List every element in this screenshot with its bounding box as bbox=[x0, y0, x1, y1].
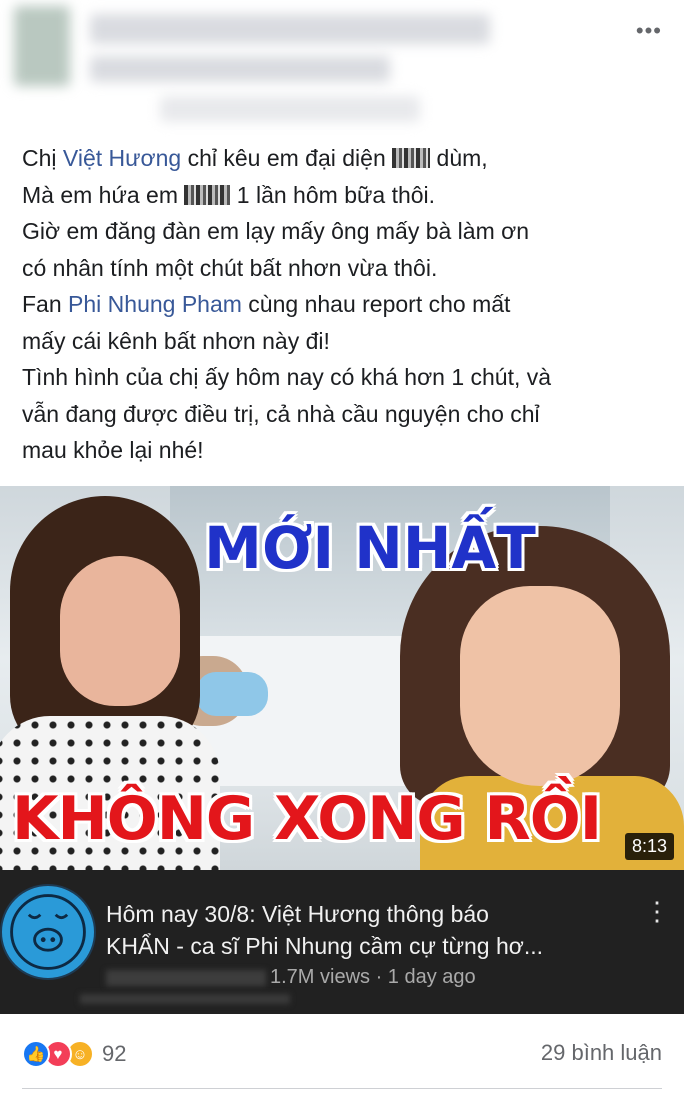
author-name[interactable] bbox=[90, 14, 490, 44]
post-header: ••• bbox=[0, 0, 684, 130]
post-line: có nhân tính một chút bất nhơn vừa thôi. bbox=[22, 254, 438, 281]
thumbnail-headline: MỚI NHẤT bbox=[204, 514, 536, 582]
blurred-meta bbox=[160, 96, 420, 122]
thumbnail-caption-text: KHÔNG XONG RỒI bbox=[12, 784, 602, 854]
post-line: Mà em hứa em 1 lần hôm bữa thôi. bbox=[22, 181, 436, 208]
author-avatar[interactable] bbox=[14, 6, 70, 86]
post-line: mau khỏe lại nhé! bbox=[22, 437, 204, 463]
more-vertical-icon[interactable]: ⋮ bbox=[644, 898, 670, 924]
thumbnail-caption: KHÔNG XONG RỒI bbox=[0, 782, 684, 868]
mention-phi-nhung-pham[interactable]: Phi Nhung Pham bbox=[68, 291, 242, 317]
post-line: mấy cái kênh bất nhơn này đi! bbox=[22, 327, 330, 354]
censored-emoji bbox=[392, 148, 431, 168]
reaction-count: 92 bbox=[102, 1041, 127, 1066]
reactions-summary[interactable]: 👍 ♥ ☺ 92 bbox=[22, 1040, 126, 1068]
video-thumbnail[interactable]: MỚI NHẤT KHÔNG XONG RỒI 8:13 bbox=[0, 486, 684, 870]
post-timestamp[interactable] bbox=[90, 56, 390, 82]
like-icon: 👍 bbox=[22, 1040, 50, 1068]
post-line: Giờ em đăng đàn em lạy mấy ông mấy bà là… bbox=[22, 218, 530, 244]
pig-face-icon[interactable] bbox=[0, 884, 96, 980]
video-title[interactable]: Hôm nay 30/8: Việt Hương thông báo KHẨN … bbox=[106, 898, 646, 962]
post-line: Chị Việt Hương chỉ kêu em đại diện dùm, bbox=[22, 145, 488, 171]
video-meta: 1.7M views · 1 day ago bbox=[106, 966, 476, 989]
censored-emoji bbox=[184, 184, 231, 205]
footer-divider bbox=[22, 1088, 662, 1089]
post-line: Fan Phi Nhung Pham cùng nhau report cho … bbox=[22, 291, 511, 317]
mention-viet-huong[interactable]: Việt Hương bbox=[63, 145, 181, 171]
blurred-area bbox=[80, 994, 290, 1004]
blurred-channel-name bbox=[106, 969, 266, 986]
post-text: Chị Việt Hương chỉ kêu em đại diện dùm, … bbox=[22, 140, 662, 469]
video-title-line: KHẨN - ca sĩ Phi Nhung cầm cự từng hơ... bbox=[106, 933, 544, 959]
video-title-line: Hôm nay 30/8: Việt Hương thông báo bbox=[106, 901, 489, 927]
post-line: Tình hình của chị ấy hôm nay có khá hơn … bbox=[22, 364, 552, 390]
video-duration-badge: 8:13 bbox=[624, 833, 674, 860]
more-horizontal-icon[interactable]: ••• bbox=[636, 18, 662, 44]
post-line: vẫn đang được điều trị, cả nhà cầu nguyệ… bbox=[22, 400, 540, 427]
comments-count-link[interactable]: 29 bình luận bbox=[541, 1040, 662, 1066]
